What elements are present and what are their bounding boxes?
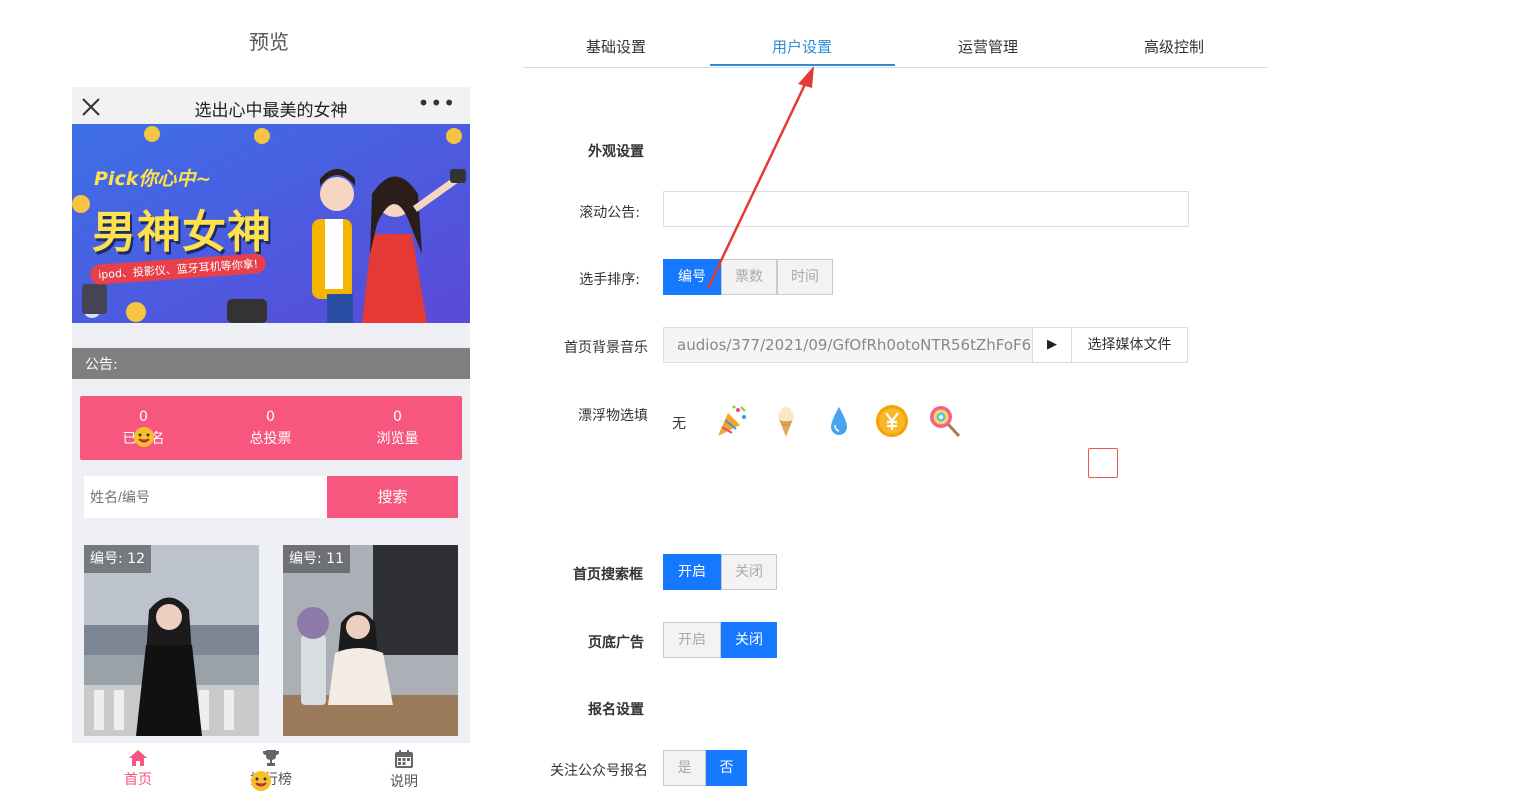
footer-ad-label: 页底广告 — [588, 635, 644, 651]
search-off-button[interactable]: 关闭 — [721, 554, 777, 590]
banner-image: Pick你心中~ 男神女神 ipod、投影仪、蓝牙耳机等你拿! — [72, 124, 470, 323]
water-drop-icon[interactable] — [820, 403, 858, 441]
music-path-input[interactable]: audios/377/2021/09/GfOfRh0otoNTR56tZhFoF… — [663, 327, 1033, 363]
card-number: 编号: 12 — [84, 545, 151, 573]
more-icon[interactable]: ••• — [418, 91, 456, 115]
phone-title: 选出心中最美的女神 — [194, 101, 348, 121]
tab-operations[interactable]: 运营管理 — [895, 36, 1081, 57]
music-field: audios/377/2021/09/GfOfRh0otoNTR56tZhFoF… — [663, 327, 1188, 363]
floating-emoji-icon — [251, 771, 271, 791]
banner-line2: 男神女神 — [92, 207, 272, 258]
float-label: 漂浮物选填 — [578, 408, 648, 424]
notice-bar: 公告: — [72, 348, 470, 379]
choose-media-button[interactable]: 选择媒体文件 — [1071, 327, 1188, 363]
section-appearance: 外观设置 — [588, 144, 644, 160]
tab-home[interactable]: 首页 — [72, 749, 204, 789]
footer-ad-on-button[interactable]: 开启 — [663, 622, 721, 658]
follow-toggle-group: 是 否 — [663, 750, 747, 786]
search-box-label: 首页搜索框 — [573, 567, 643, 583]
music-label: 首页背景音乐 — [564, 340, 648, 356]
search-input[interactable] — [84, 476, 327, 518]
yen-coin-icon[interactable] — [873, 403, 911, 441]
preview-title: 预览 — [249, 30, 289, 54]
search-on-button[interactable]: 开启 — [663, 554, 721, 590]
sort-label: 选手排序: — [579, 272, 640, 288]
footer-ad-off-button[interactable]: 关闭 — [721, 622, 777, 658]
home-icon — [129, 750, 147, 766]
footer-ad-toggle-group: 开启 关闭 — [663, 622, 777, 658]
tab-user-settings[interactable]: 用户设置 — [709, 36, 895, 57]
party-popper-icon[interactable] — [713, 403, 751, 441]
stat-votes: 0 总投票 — [249, 409, 292, 447]
tab-advanced[interactable]: 高级控制 — [1081, 36, 1267, 57]
trophy-icon — [263, 750, 279, 766]
ice-cream-icon[interactable] — [767, 403, 805, 441]
contestant-card[interactable]: 编号: 11 — [283, 545, 458, 736]
tab-info[interactable]: 说明 — [338, 749, 470, 791]
floating-emoji-icon — [134, 427, 154, 447]
preview-search: 搜索 — [84, 476, 458, 518]
phone-header: 选出心中最美的女神 ••• — [72, 87, 470, 124]
stat-views: 0 浏览量 — [376, 409, 419, 447]
banner-line1: Pick你心中~ — [94, 168, 212, 190]
lollipop-icon[interactable] — [926, 403, 964, 441]
calendar-icon — [395, 750, 413, 768]
annotation-arrow — [706, 66, 814, 289]
search-button[interactable]: 搜索 — [327, 476, 458, 518]
settings-tabs: 基础设置 用户设置 运营管理 高级控制 — [523, 25, 1267, 68]
notice-label: 公告: — [85, 357, 118, 373]
follow-label: 关注公众号报名 — [550, 763, 648, 779]
card-number: 编号: 11 — [283, 545, 350, 573]
play-icon[interactable]: ▶ — [1032, 327, 1072, 363]
contestant-card[interactable]: 编号: 12 — [84, 545, 259, 736]
phone-preview: 选出心中最美的女神 ••• Pick你心中~ 男神女神 ipod、投影仪、蓝牙耳… — [72, 87, 470, 808]
scroll-notice-label: 滚动公告: — [579, 205, 640, 221]
search-toggle-group: 开启 关闭 — [663, 554, 777, 590]
tab-label: 首页 — [124, 772, 152, 788]
tab-basic-settings[interactable]: 基础设置 — [523, 36, 709, 57]
float-custom-upload-box[interactable] — [1088, 448, 1118, 478]
section-signup: 报名设置 — [588, 702, 644, 718]
follow-no-button[interactable]: 否 — [706, 750, 747, 786]
tab-label: 说明 — [390, 774, 418, 790]
float-none-option[interactable]: 无 — [672, 413, 686, 433]
follow-yes-button[interactable]: 是 — [663, 750, 706, 786]
